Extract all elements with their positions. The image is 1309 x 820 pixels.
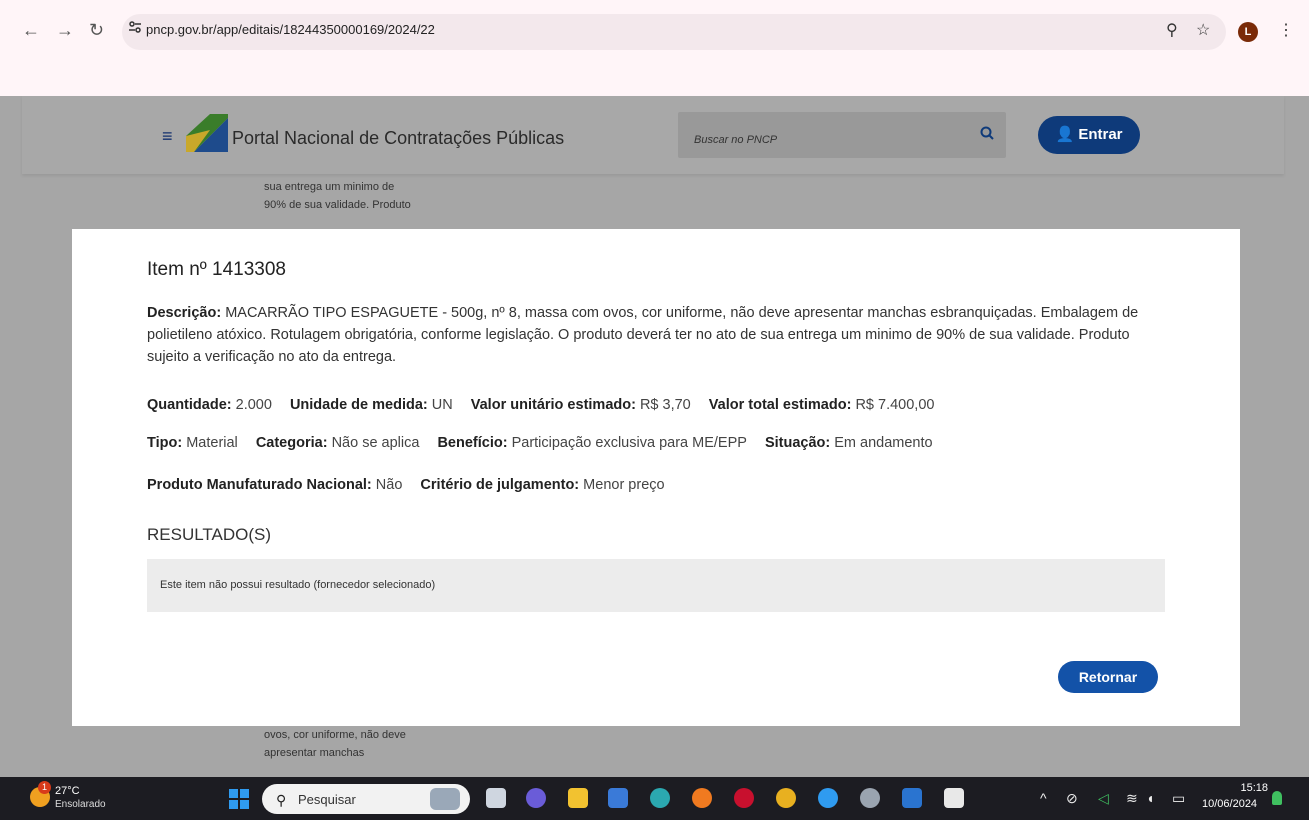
bg-line: apresentar manchas bbox=[264, 747, 365, 759]
browser-menu-icon[interactable]: ⋮ bbox=[1278, 20, 1294, 40]
profile-avatar[interactable]: L bbox=[1238, 22, 1258, 42]
reload-icon[interactable]: ↻ bbox=[89, 20, 104, 40]
field-label: Situação: bbox=[764, 435, 831, 451]
field-label: Valor total estimado: bbox=[708, 397, 852, 413]
wifi-icon[interactable]: ≋ bbox=[1126, 790, 1138, 807]
item-description: Descrição: MACARRÃO TIPO ESPAGUETE - 500… bbox=[147, 302, 1167, 368]
photos-icon[interactable] bbox=[902, 788, 922, 808]
description-label: Descrição: bbox=[147, 305, 222, 321]
results-empty-text: Este item não possui resultado (forneced… bbox=[160, 579, 436, 591]
field-value: Não se aplica bbox=[331, 435, 420, 451]
bookmark-star-icon[interactable]: ☆ bbox=[1196, 20, 1210, 40]
login-button[interactable]: 👤 Entrar bbox=[1038, 116, 1140, 154]
bg-line: sua entrega um minimo de bbox=[264, 181, 395, 193]
weather-condition[interactable]: Ensolarado bbox=[55, 799, 106, 810]
field-value: 2.000 bbox=[235, 397, 272, 413]
field-value: Não bbox=[375, 477, 403, 493]
field-label: Benefício: bbox=[437, 435, 508, 451]
browser-toolbar: ← → ↻ pncp.gov.br/app/editais/1824435000… bbox=[0, 0, 1309, 96]
site-info-icon[interactable] bbox=[128, 20, 142, 34]
location-icon[interactable]: ◁ bbox=[1098, 790, 1109, 807]
field-value: Material bbox=[186, 435, 238, 451]
field-value: Menor preço bbox=[583, 477, 665, 493]
background-text-bottom: ovos, cor uniforme, não deve apresentar … bbox=[264, 726, 444, 762]
mute-notification-icon[interactable]: ⊘ bbox=[1066, 790, 1078, 807]
bg-line: ovos, cor uniforme, não deve bbox=[264, 729, 406, 741]
firefox-icon[interactable] bbox=[692, 788, 712, 808]
field-label: Critério de julgamento: bbox=[420, 477, 580, 493]
taskbar-search-label: Pesquisar bbox=[298, 792, 356, 807]
field-value: R$ 3,70 bbox=[639, 397, 691, 413]
clock-time[interactable]: 15:18 bbox=[1238, 782, 1268, 794]
file-explorer-icon[interactable] bbox=[568, 788, 588, 808]
weather-temp[interactable]: 27°C bbox=[55, 785, 80, 797]
description-value: MACARRÃO TIPO ESPAGUETE - 500g, nº 8, ma… bbox=[147, 305, 1139, 365]
back-icon[interactable]: ← bbox=[22, 20, 40, 40]
forward-icon[interactable]: → bbox=[56, 20, 74, 40]
hamburger-menu-icon[interactable]: ≡ bbox=[162, 127, 173, 145]
field-value: UN bbox=[431, 397, 453, 413]
taskbar-search[interactable]: ⚲ Pesquisar bbox=[262, 784, 470, 814]
search-highlight-icon bbox=[430, 788, 460, 810]
details-row-type: Tipo: Material Categoria: Não se aplica … bbox=[147, 435, 947, 451]
app-red-icon[interactable] bbox=[734, 788, 754, 808]
edge-icon[interactable] bbox=[650, 788, 670, 808]
url-text[interactable]: pncp.gov.br/app/editais/18244350000169/2… bbox=[146, 22, 435, 37]
item-detail-modal: Item nº 1413308 Descrição: MACARRÃO TIPO… bbox=[72, 229, 1240, 726]
battery-icon[interactable]: ▭ bbox=[1172, 790, 1185, 807]
return-button[interactable]: Retornar bbox=[1058, 661, 1158, 693]
field-value: Participação exclusiva para ME/EPP bbox=[511, 435, 747, 451]
chevron-up-icon[interactable]: ^ bbox=[1040, 790, 1047, 806]
details-row-quantity: Quantidade: 2.000 Unidade de medida: UN … bbox=[147, 397, 948, 413]
windows-start-icon[interactable] bbox=[229, 789, 249, 809]
chrome-icon[interactable] bbox=[776, 788, 796, 808]
volume-icon[interactable]: ◖ bbox=[1146, 790, 1154, 806]
portal-title[interactable]: Portal Nacional de Contratações Públicas bbox=[232, 128, 564, 149]
field-label: Produto Manufaturado Nacional: bbox=[147, 477, 372, 493]
results-title: RESULTADO(S) bbox=[147, 525, 272, 544]
windows-taskbar: 1 27°C Ensolarado ⚲ Pesquisar ^ ⊘ ◁ ≋ ◖ … bbox=[0, 777, 1309, 820]
modal-title: Item nº 1413308 bbox=[147, 259, 286, 280]
user-icon: 👤 bbox=[1055, 126, 1075, 143]
field-label: Unidade de medida: bbox=[289, 397, 428, 413]
search-placeholder: Buscar no PNCP bbox=[694, 134, 778, 146]
task-view-icon[interactable] bbox=[486, 788, 506, 808]
field-label: Valor unitário estimado: bbox=[470, 397, 636, 413]
details-row-manufactured: Produto Manufaturado Nacional: Não Crité… bbox=[147, 477, 679, 493]
bg-line: 90% de sua validade. Produto bbox=[264, 199, 411, 211]
results-box: Este item não possui resultado (forneced… bbox=[147, 559, 1165, 612]
settings-gear-icon[interactable] bbox=[860, 788, 880, 808]
clock-date[interactable]: 10/06/2024 bbox=[1202, 798, 1257, 810]
store-icon[interactable] bbox=[608, 788, 628, 808]
notification-bell-icon[interactable] bbox=[1272, 791, 1282, 805]
weather-badge: 1 bbox=[38, 781, 51, 794]
snipping-tool-icon[interactable] bbox=[944, 788, 964, 808]
field-label: Tipo: bbox=[147, 435, 183, 451]
zoom-icon[interactable]: ⚲ bbox=[1166, 20, 1178, 40]
field-value: Em andamento bbox=[834, 435, 933, 451]
field-label: Quantidade: bbox=[147, 397, 232, 413]
field-label: Categoria: bbox=[255, 435, 328, 451]
search-icon: ⚲ bbox=[276, 792, 287, 808]
background-text-top: sua entrega um minimo de 90% de sua vali… bbox=[264, 178, 444, 214]
chat-icon[interactable] bbox=[526, 788, 546, 808]
field-value: R$ 7.400,00 bbox=[855, 397, 935, 413]
chrome-profile-icon[interactable] bbox=[818, 788, 838, 808]
search-icon[interactable] bbox=[980, 126, 994, 140]
pncp-logo bbox=[186, 114, 228, 152]
login-label: Entrar bbox=[1078, 126, 1123, 143]
